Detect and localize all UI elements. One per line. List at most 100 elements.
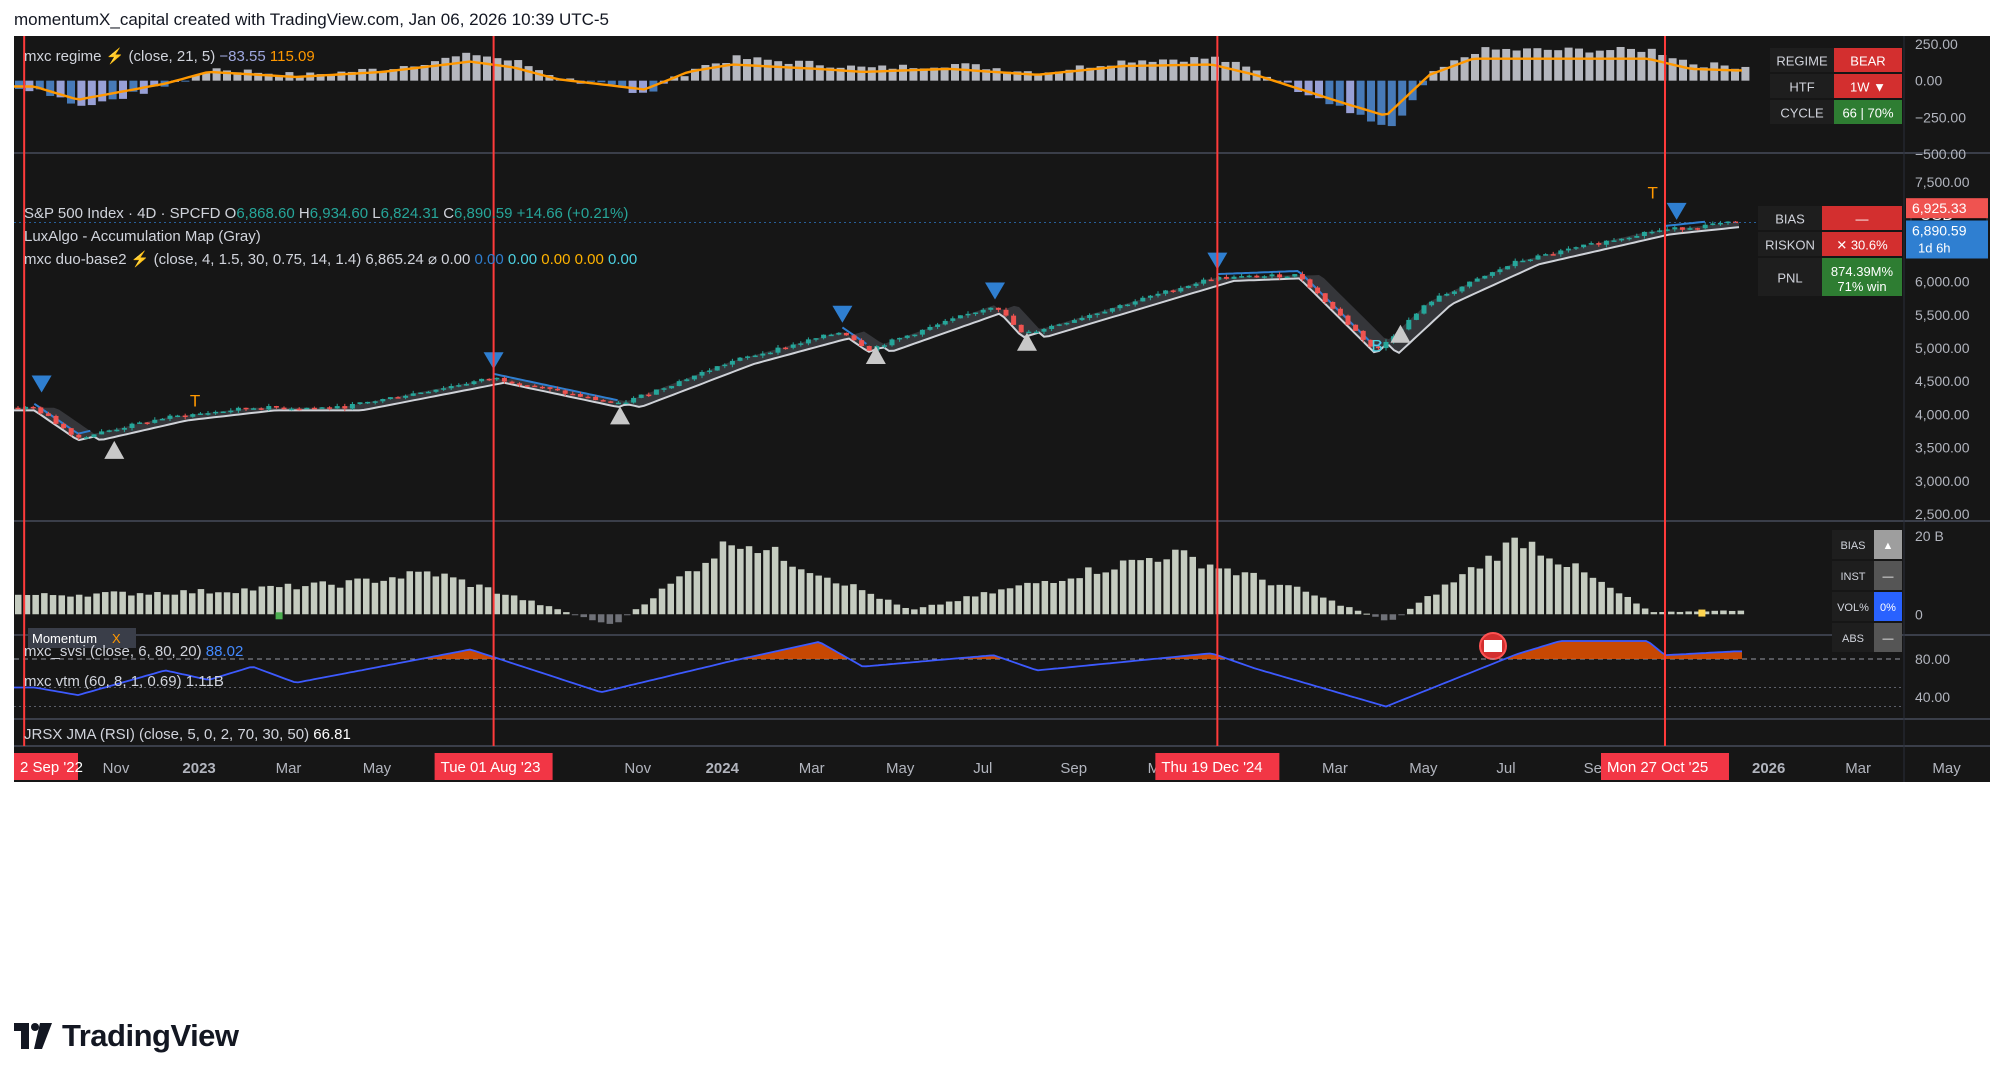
candle-body bbox=[1565, 248, 1571, 251]
vtm-histogram-bar bbox=[293, 589, 300, 615]
vtm-histogram-bar bbox=[1598, 581, 1605, 615]
candle-body bbox=[524, 385, 530, 387]
candle-body bbox=[357, 402, 363, 404]
candle-body bbox=[562, 390, 568, 394]
candle-body bbox=[251, 408, 257, 410]
candle-body bbox=[539, 386, 545, 389]
candle-body bbox=[585, 396, 591, 399]
regime-table-label: REGIME bbox=[1776, 53, 1828, 68]
regime-histogram-bar bbox=[1637, 51, 1646, 81]
vtm-histogram-bar bbox=[171, 594, 179, 615]
candle-body bbox=[623, 402, 629, 405]
candle-body bbox=[1011, 315, 1017, 325]
vtm-table-label: VOL% bbox=[1837, 602, 1869, 614]
vtm-table-label: BIAS bbox=[1840, 540, 1865, 552]
candle-body bbox=[1383, 341, 1389, 349]
vtm-histogram-bar bbox=[1711, 610, 1718, 615]
vtm-histogram-bar bbox=[249, 590, 257, 615]
tradingview-brand[interactable]: TradingView bbox=[14, 1016, 239, 1056]
candle-body bbox=[456, 385, 462, 387]
candle-body bbox=[372, 401, 378, 403]
vtm-histogram-bar bbox=[336, 587, 344, 615]
time-axis-label: Nov bbox=[624, 760, 651, 777]
vtm-histogram-bar bbox=[1180, 550, 1188, 615]
candle-body bbox=[1087, 315, 1093, 318]
candle-body bbox=[1436, 295, 1442, 302]
vtm-histogram-bar bbox=[563, 612, 570, 615]
regime-histogram-bar bbox=[763, 59, 772, 81]
vtm-histogram-bar bbox=[1641, 608, 1649, 615]
candle-body bbox=[653, 389, 659, 395]
vtm-histogram-bar bbox=[911, 609, 918, 615]
regime-histogram-bar bbox=[1190, 57, 1199, 81]
vtm-histogram-bar bbox=[1346, 607, 1353, 615]
candle-body bbox=[319, 407, 325, 409]
candle-body bbox=[15, 407, 21, 410]
price-axis-tick: 5,500.00 bbox=[1915, 307, 1970, 323]
price-axis-tick: 4,500.00 bbox=[1915, 373, 1970, 389]
vtm-histogram-bar bbox=[1407, 608, 1414, 615]
chart-frame[interactable]: 250.000.00−250.00−500.00 TTB7,500.006,50… bbox=[14, 36, 1990, 998]
candle-body bbox=[213, 411, 219, 414]
candle-body bbox=[38, 407, 44, 414]
chart-header: momentumX_capital created with TradingVi… bbox=[14, 10, 609, 29]
frame-bottom-blank bbox=[14, 782, 1990, 998]
vtm-histogram-bar bbox=[876, 598, 883, 615]
vtm-histogram-bar bbox=[484, 587, 492, 615]
candle-body bbox=[722, 364, 728, 367]
regime-histogram-bar bbox=[462, 52, 471, 81]
candle-body bbox=[1102, 311, 1108, 314]
vtm-histogram-bar bbox=[867, 593, 875, 615]
chart-canvas[interactable]: 250.000.00−250.00−500.00 TTB7,500.006,50… bbox=[14, 36, 1990, 998]
regime-histogram-bar bbox=[847, 65, 855, 81]
vtm-histogram-bar bbox=[232, 593, 239, 615]
vtm-histogram-bar bbox=[737, 548, 744, 615]
vtm-histogram-bar bbox=[1267, 585, 1275, 615]
candle-body bbox=[167, 415, 173, 419]
candle-body bbox=[479, 378, 485, 382]
regime-histogram-bar bbox=[1679, 59, 1687, 81]
vtm-histogram-bar bbox=[154, 592, 161, 615]
vtm-histogram-bar bbox=[432, 576, 440, 615]
vtm-histogram-bar bbox=[1172, 549, 1179, 615]
regime-histogram-bar bbox=[77, 80, 86, 106]
candle-body bbox=[365, 401, 371, 404]
vtm-histogram-bar bbox=[1032, 583, 1040, 615]
regime-histogram-bar bbox=[1689, 64, 1698, 81]
vtm-histogram-bar bbox=[841, 585, 848, 615]
vtm-histogram-bar bbox=[1163, 559, 1170, 615]
regime-table-label: CYCLE bbox=[1780, 105, 1824, 120]
vtm-histogram-bar bbox=[676, 576, 683, 615]
vtm-histogram-bar bbox=[1668, 611, 1675, 615]
price-axis-tick: 5,000.00 bbox=[1915, 340, 1970, 356]
vtm-histogram-bar bbox=[1233, 575, 1240, 615]
candle-body bbox=[311, 407, 317, 410]
candle-body bbox=[1360, 330, 1366, 340]
vtm-histogram-bar bbox=[145, 594, 152, 615]
candle-body bbox=[1619, 238, 1625, 241]
candle-body bbox=[707, 370, 713, 373]
vtm-histogram-bar bbox=[1415, 602, 1423, 615]
candle-body bbox=[1071, 320, 1077, 323]
candle-body bbox=[327, 407, 333, 409]
candle-body bbox=[1094, 313, 1100, 316]
candle-body bbox=[1223, 276, 1229, 279]
candle-body bbox=[61, 423, 67, 429]
candle-body bbox=[1558, 250, 1564, 255]
vtm-histogram-bar bbox=[1459, 574, 1466, 615]
regime-histogram-bar bbox=[358, 68, 367, 81]
regime-histogram-bar bbox=[1283, 80, 1292, 83]
regime-histogram-bar bbox=[1585, 52, 1594, 81]
candle-body bbox=[1140, 297, 1146, 302]
vtm-histogram-bar bbox=[597, 614, 605, 623]
candle-body bbox=[1482, 275, 1488, 279]
candle-body bbox=[745, 356, 751, 358]
vtm-histogram-bar bbox=[363, 578, 370, 615]
regime-table-value: 1W ▼ bbox=[1850, 79, 1886, 94]
candle-body bbox=[897, 337, 903, 340]
vtm-histogram-bar bbox=[1589, 577, 1597, 615]
regime-legend: mxc regime ⚡ (close, 21, 5) −83.55 115.0… bbox=[24, 47, 315, 65]
candle-body bbox=[1201, 279, 1207, 284]
candle-body bbox=[1641, 231, 1647, 237]
candle-body bbox=[1193, 283, 1199, 286]
